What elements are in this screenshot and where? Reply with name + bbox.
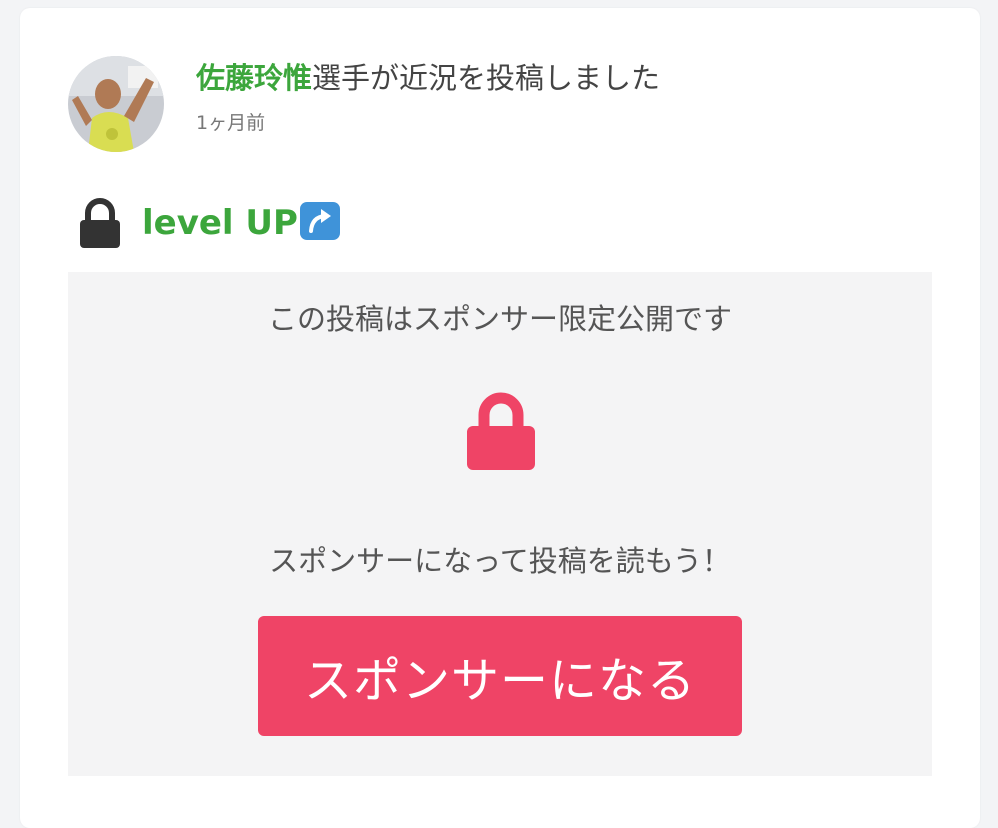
post-title: level UP: [142, 203, 298, 243]
avatar[interactable]: [68, 56, 164, 152]
lock-icon: [80, 198, 120, 248]
post-header: 佐藤玲惟選手が近況を投稿しました 1ヶ月前: [196, 58, 660, 135]
athlete-name-link[interactable]: 佐藤玲惟: [196, 61, 312, 95]
post-timestamp: 1ヶ月前: [196, 112, 266, 134]
post-title-row: level UP: [76, 198, 340, 248]
sponsor-only-message: この投稿はスポンサー限定公開です: [267, 302, 732, 336]
up-arrow-emoji-icon: [299, 202, 340, 240]
post-headline: 佐藤玲惟選手が近況を投稿しました: [196, 58, 660, 98]
become-sponsor-button[interactable]: スポンサーになる: [258, 616, 742, 736]
post-card: 佐藤玲惟選手が近況を投稿しました 1ヶ月前 level UP この投稿はスポンサ…: [20, 8, 980, 828]
avatar-photo: [68, 56, 164, 152]
locked-content-panel: この投稿はスポンサー限定公開です スポンサーになって投稿を読もう！ スポンサーに…: [68, 272, 932, 776]
sponsor-cta-text: スポンサーになって投稿を読もう！: [269, 544, 731, 578]
headline-text: 選手が近況を投稿しました: [312, 61, 661, 95]
lock-icon: [467, 392, 535, 470]
